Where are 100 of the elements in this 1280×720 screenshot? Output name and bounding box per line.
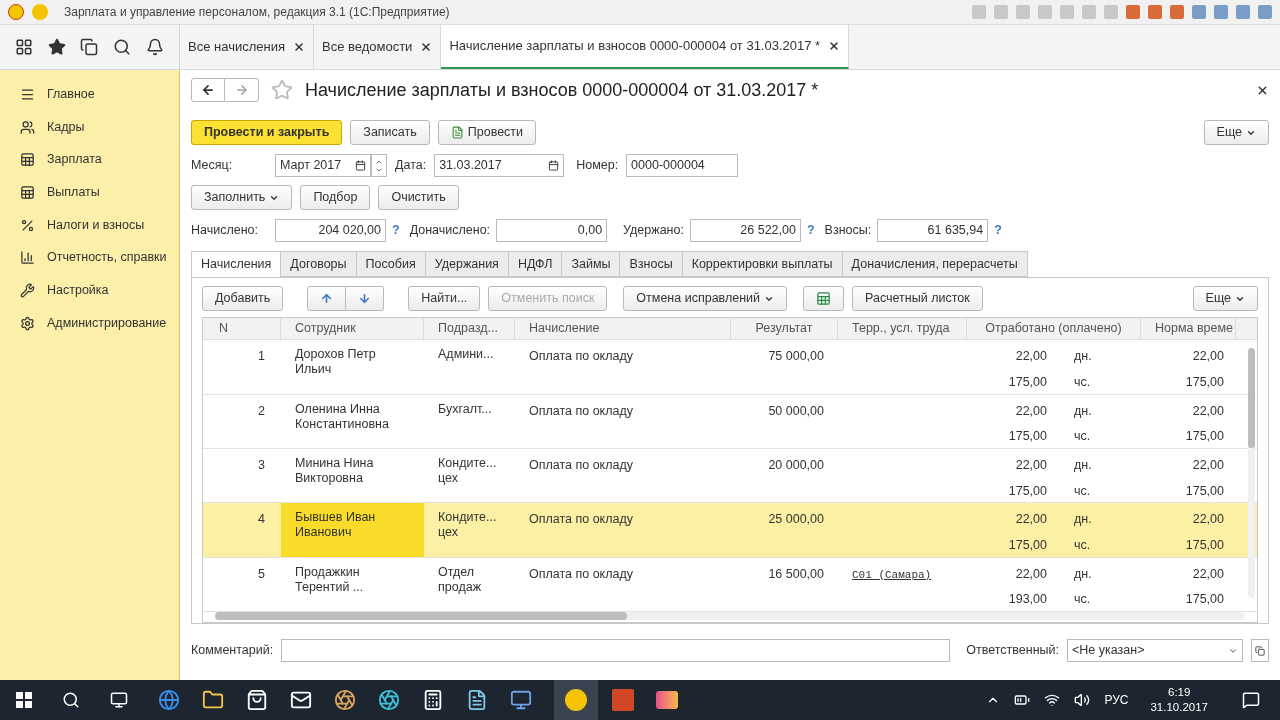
horizontal-scrollbar[interactable] xyxy=(215,612,1245,620)
clock-date[interactable]: 31.10.2017 xyxy=(1150,700,1208,715)
payslip-button[interactable]: Расчетный листок xyxy=(852,286,983,311)
add-button[interactable]: Добавить xyxy=(202,286,284,311)
amount-field[interactable]: 0,00 xyxy=(496,219,608,242)
section-tab[interactable]: Пособия xyxy=(355,251,426,277)
column-header[interactable]: Отработано (оплачено) xyxy=(967,318,1141,340)
favorites-icon[interactable] xyxy=(47,38,66,56)
table-settings-button[interactable] xyxy=(803,286,845,311)
clear-button[interactable]: Очистить xyxy=(378,185,459,210)
document-tab[interactable]: Все начисления xyxy=(180,25,314,69)
post-button[interactable]: Провести xyxy=(437,120,537,145)
volume-icon[interactable] xyxy=(1074,692,1091,708)
help-link[interactable]: ? xyxy=(806,221,815,240)
vertical-scrollbar[interactable] xyxy=(1248,348,1255,598)
search-icon[interactable] xyxy=(113,38,132,56)
document-icon[interactable] xyxy=(466,689,488,711)
back-button[interactable] xyxy=(191,78,225,102)
section-icon xyxy=(20,152,35,168)
pick-button[interactable]: Подбор xyxy=(300,185,371,210)
help-link[interactable]: ? xyxy=(392,221,400,240)
territory-link[interactable]: С01 (Самара) xyxy=(852,568,932,581)
store-icon[interactable] xyxy=(246,689,268,711)
section-tab[interactable]: Корректировки выплаты xyxy=(681,251,843,277)
section-tab[interactable]: Займы xyxy=(561,251,621,277)
folder-icon[interactable] xyxy=(202,689,224,711)
sidebar-item[interactable]: Зарплата xyxy=(0,143,179,177)
column-header[interactable]: N xyxy=(203,318,281,340)
notifications-icon[interactable] xyxy=(1242,691,1260,709)
monitor-icon[interactable] xyxy=(510,689,532,711)
date-field[interactable]: 31.03.2017 xyxy=(434,154,565,177)
help-link[interactable]: ? xyxy=(994,221,1002,240)
language-indicator[interactable]: РУС xyxy=(1104,691,1129,709)
more-button[interactable]: Еще xyxy=(1192,286,1258,311)
close-icon[interactable] xyxy=(828,40,841,52)
sidebar-item[interactable]: Главное xyxy=(0,78,179,111)
column-header[interactable]: Терр., усл. труда xyxy=(838,318,967,340)
document-tab[interactable]: Начисление зарплаты и взносов 0000-000004 от 31.03.2017 * xyxy=(441,25,850,69)
stepper-icon[interactable] xyxy=(371,154,387,177)
move-up-button[interactable] xyxy=(307,286,347,311)
number-field[interactable]: 0000-000004 xyxy=(626,154,739,177)
calculator-icon[interactable] xyxy=(422,689,444,711)
section-icon xyxy=(20,282,35,298)
table-cell-text: 2 xyxy=(257,402,266,420)
responsible-field[interactable]: <Не указан> xyxy=(1067,639,1243,662)
section-tab[interactable]: Договоры xyxy=(280,251,357,277)
search-icon[interactable] xyxy=(62,691,80,709)
calendar-icon[interactable] xyxy=(548,160,560,171)
column-header[interactable]: Результат xyxy=(731,318,838,340)
comment-field[interactable] xyxy=(281,639,951,662)
column-header[interactable]: Подразд... xyxy=(424,318,515,340)
sidebar-item[interactable]: Настройка xyxy=(0,274,179,307)
sidebar-item[interactable]: Выплаты xyxy=(0,176,179,209)
sidebar-item[interactable]: Администрирование xyxy=(0,306,179,340)
find-button[interactable]: Найти... xyxy=(408,286,481,311)
table-cell-text: 175,00 xyxy=(1007,537,1047,555)
notifications-icon[interactable] xyxy=(145,38,164,56)
section-tab[interactable]: НДФЛ xyxy=(507,251,563,277)
calendar-icon[interactable] xyxy=(355,160,366,171)
browser-icon[interactable] xyxy=(158,689,180,711)
section-tab[interactable]: Удержания xyxy=(424,251,509,277)
column-header[interactable]: Сотрудник xyxy=(281,318,424,340)
mail-icon[interactable] xyxy=(290,689,312,711)
table-cell: 22,00 xyxy=(1192,458,1224,472)
month-field[interactable]: Март 2017 xyxy=(275,154,371,177)
amount-field[interactable]: 61 635,94 xyxy=(877,219,989,242)
unit-label: чс. xyxy=(1074,428,1091,446)
close-icon[interactable] xyxy=(292,41,305,53)
close-icon[interactable] xyxy=(420,41,433,53)
aperture-icon[interactable] xyxy=(378,689,400,711)
start-icon[interactable] xyxy=(16,692,32,708)
save-button[interactable]: Записать xyxy=(350,120,430,145)
sidebar-item[interactable]: Налоги и взносы xyxy=(0,208,179,242)
sidebar-item[interactable]: Отчетность, справки xyxy=(0,241,179,275)
amount-field[interactable]: 204 020,00 xyxy=(275,219,386,242)
open-button[interactable] xyxy=(1251,639,1269,662)
sidebar-item[interactable]: Кадры xyxy=(0,110,179,144)
table-cell-text: Оплата по окладу xyxy=(528,565,635,583)
column-header[interactable]: Начисление xyxy=(515,318,731,340)
fill-button[interactable]: Заполнить xyxy=(191,185,293,210)
amount-field[interactable]: 26 522,00 xyxy=(689,219,801,242)
star-icon[interactable] xyxy=(271,79,293,101)
post-and-close-button[interactable]: Провести и закрыть xyxy=(191,120,343,145)
unit-label: дн. xyxy=(1074,565,1092,583)
wifi-icon[interactable] xyxy=(1044,692,1061,708)
task-view-icon[interactable] xyxy=(110,691,128,709)
unit-label: чс. xyxy=(1074,591,1091,609)
section-tab[interactable]: Взносы xyxy=(619,251,683,277)
clock-time[interactable]: 6:19 xyxy=(1168,685,1191,700)
column-header[interactable]: Норма време xyxy=(1141,318,1236,340)
section-tab[interactable]: Доначисления, перерасчеты xyxy=(841,251,1028,277)
apps-icon[interactable] xyxy=(15,38,34,56)
cancel-corrections-button[interactable]: Отмена исправлений xyxy=(623,286,788,311)
battery-icon[interactable] xyxy=(1014,692,1031,708)
app-logo-icon[interactable] xyxy=(554,680,598,720)
more-button[interactable]: Еще xyxy=(1203,120,1269,145)
section-icon xyxy=(20,315,35,331)
move-down-button[interactable] xyxy=(346,286,385,311)
history-icon[interactable] xyxy=(80,38,99,56)
section-tab[interactable]: Начисления xyxy=(191,251,282,277)
